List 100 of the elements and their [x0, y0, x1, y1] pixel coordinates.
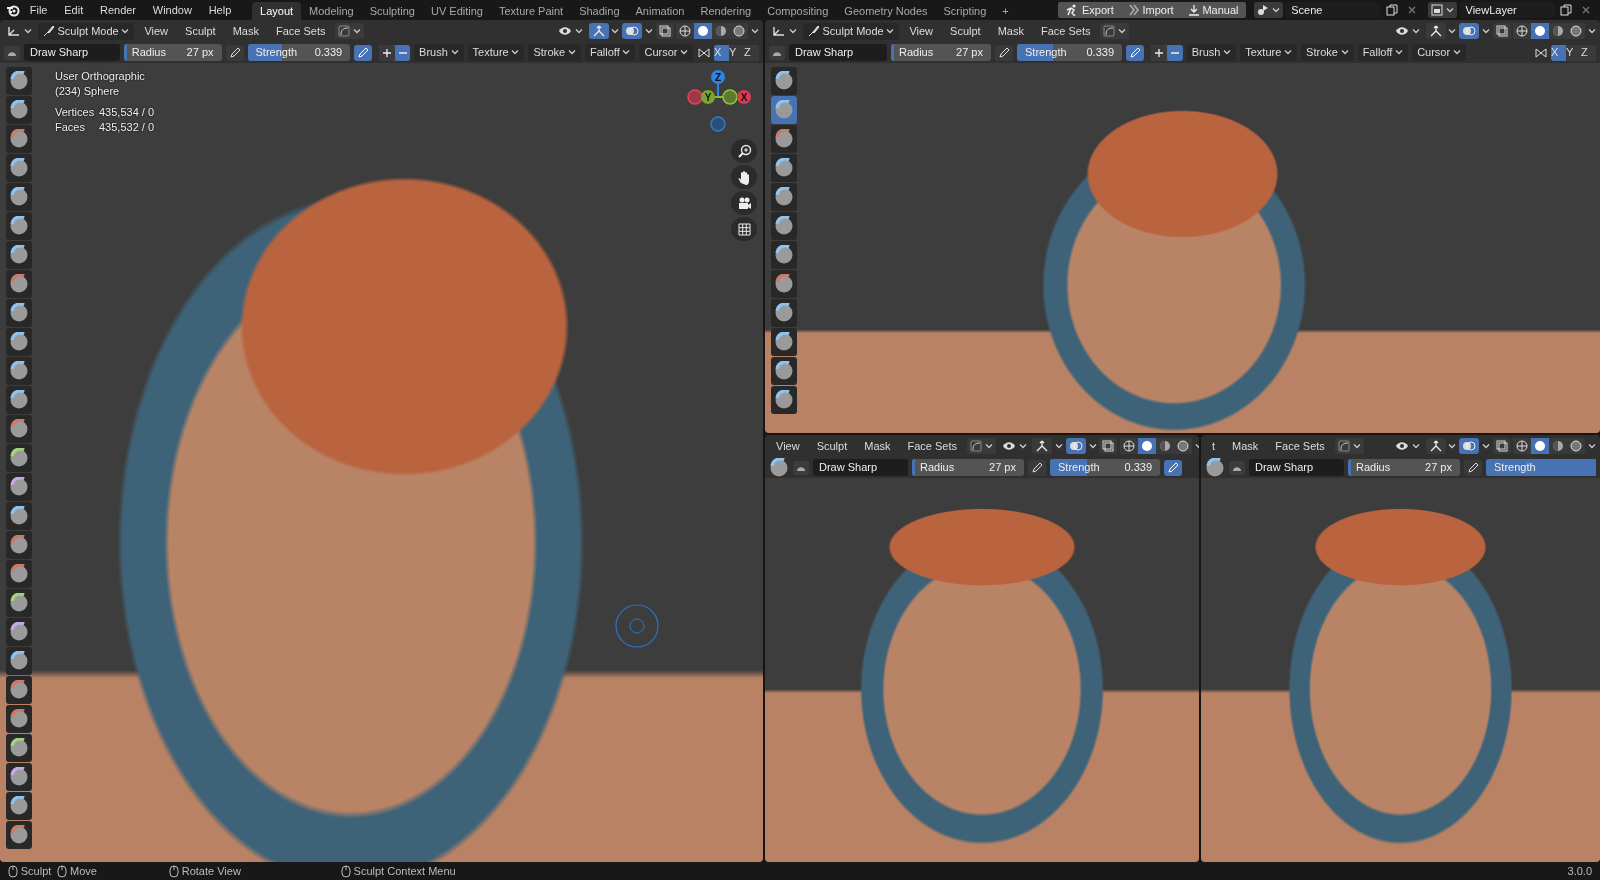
mode-dropdown[interactable]: Sculpt Mode — [802, 22, 900, 40]
pressure-button[interactable] — [995, 44, 1013, 61]
shading-mode-button[interactable] — [1567, 23, 1586, 39]
tool-button[interactable] — [6, 821, 32, 849]
subtract-button[interactable] — [394, 44, 411, 61]
tool-button[interactable] — [6, 502, 32, 530]
axis-toggle[interactable]: Y — [729, 44, 744, 61]
x-ray-toggle[interactable] — [1492, 438, 1511, 454]
brush-name-field[interactable]: Draw Sharp — [789, 44, 887, 61]
gizmo-toggle[interactable] — [1032, 438, 1053, 454]
face-sets-dropdown[interactable] — [1100, 23, 1130, 39]
menu-item[interactable]: Face Sets — [900, 437, 965, 455]
settings-dropdown[interactable]: Stroke — [528, 44, 581, 61]
settings-dropdown[interactable]: Cursor — [639, 44, 694, 61]
mode-dropdown[interactable]: Sculpt Mode — [37, 22, 135, 40]
tool-button[interactable] — [6, 618, 32, 646]
shading-mode-button[interactable] — [676, 23, 695, 39]
tool-button[interactable] — [6, 473, 32, 501]
tool-button[interactable] — [6, 270, 32, 298]
shading-mode-button[interactable] — [730, 23, 749, 39]
menu-item[interactable]: Window — [145, 1, 199, 19]
tool-button[interactable] — [771, 67, 797, 95]
pressure-button[interactable] — [354, 44, 373, 61]
radius-slider[interactable]: Radius 27 px — [891, 44, 991, 61]
tool-button[interactable] — [771, 125, 797, 153]
tool-button[interactable] — [6, 531, 32, 559]
menu-item[interactable]: Face Sets — [268, 22, 333, 40]
shading-mode-button[interactable] — [1513, 438, 1532, 454]
workspace-tab[interactable]: Modeling — [301, 2, 362, 20]
pressure-button[interactable] — [1028, 459, 1046, 476]
add-button[interactable] — [378, 44, 395, 61]
add-button[interactable] — [1150, 44, 1167, 61]
tool-button[interactable] — [771, 299, 797, 327]
pan-button[interactable] — [731, 165, 757, 189]
scene-field[interactable]: Scene — [1285, 2, 1381, 18]
tool-button[interactable] — [6, 154, 32, 182]
tool-button[interactable] — [771, 386, 797, 414]
settings-dropdown[interactable]: Cursor — [1412, 44, 1466, 61]
axis-gizmo-drawing[interactable]: Z Y X — [687, 69, 757, 135]
axis-toggle[interactable]: X — [714, 44, 729, 61]
settings-dropdown[interactable]: Texture — [467, 44, 525, 61]
menu-item[interactable]: View — [137, 22, 176, 40]
tool-button[interactable] — [771, 154, 797, 182]
menu-item[interactable]: Render — [92, 1, 144, 19]
tool-button[interactable] — [771, 270, 797, 298]
strength-slider[interactable]: Strength 0.339 — [247, 44, 351, 61]
shading-mode-button[interactable] — [1513, 23, 1532, 39]
subtract-button[interactable] — [1166, 44, 1183, 61]
tool-button[interactable] — [6, 357, 32, 385]
axis-toggle[interactable]: Z — [744, 44, 759, 61]
menu-item[interactable]: Sculpt — [943, 22, 988, 40]
tool-button[interactable] — [6, 183, 32, 211]
face-sets-dropdown[interactable] — [335, 23, 365, 39]
tool-button[interactable] — [6, 560, 32, 588]
tool-button[interactable] — [6, 125, 32, 153]
tool-button[interactable] — [771, 241, 797, 269]
menu-item[interactable]: Mask — [1225, 437, 1266, 455]
brush-name-field[interactable]: Draw Sharp — [1249, 459, 1344, 476]
tool-button[interactable] — [771, 212, 797, 240]
shading-mode-button[interactable] — [1531, 438, 1550, 454]
axis-toggle[interactable]: X — [1551, 44, 1566, 61]
workspace-tab[interactable]: Texture Paint — [490, 2, 572, 20]
tool-button[interactable] — [6, 328, 32, 356]
menu-item[interactable]: Face Sets — [1033, 22, 1098, 40]
face-sets-dropdown[interactable] — [1334, 438, 1364, 454]
gizmo-toggle[interactable] — [588, 23, 609, 39]
x-ray-toggle[interactable] — [1099, 438, 1118, 454]
menu-item[interactable]: Edit — [57, 1, 91, 19]
camera-view-button[interactable] — [731, 191, 757, 215]
menu-item[interactable]: File — [22, 1, 55, 19]
settings-dropdown[interactable]: Stroke — [1301, 44, 1354, 61]
shading-mode-button[interactable] — [1531, 23, 1550, 39]
menu-item[interactable]: Help — [201, 1, 239, 19]
radius-slider[interactable]: Radius 27 px — [1348, 459, 1460, 476]
x-ray-toggle[interactable] — [655, 23, 674, 39]
shading-mode-button[interactable] — [1120, 438, 1139, 454]
workspace-tab[interactable]: Animation — [627, 2, 693, 20]
menu-item[interactable]: Sculpt — [809, 437, 855, 455]
tool-button[interactable] — [771, 328, 797, 356]
menu-item[interactable]: t — [1205, 437, 1223, 455]
pressure-button[interactable] — [1464, 459, 1482, 476]
tool-button[interactable] — [6, 763, 32, 791]
workspace-tab[interactable]: Scripting — [935, 2, 995, 20]
tool-button[interactable] — [6, 67, 32, 95]
pressure-button[interactable] — [225, 44, 244, 61]
shading-mode-button[interactable] — [1549, 23, 1568, 39]
axis-toggle[interactable]: Y — [1566, 44, 1581, 61]
tool-button[interactable] — [6, 415, 32, 443]
menu-item[interactable]: View — [769, 437, 807, 455]
tool-button[interactable] — [6, 444, 32, 472]
tool-button[interactable] — [6, 212, 32, 240]
tool-button[interactable] — [6, 299, 32, 327]
brush-name-field[interactable]: Draw Sharp — [24, 44, 120, 61]
add-workspace-button[interactable]: + — [994, 2, 1017, 20]
view-layer-field[interactable]: ViewLayer — [1459, 2, 1555, 18]
overlays-toggle[interactable] — [622, 23, 642, 39]
tool-button[interactable] — [6, 676, 32, 704]
settings-dropdown[interactable]: Brush — [414, 44, 464, 61]
workspace-tab[interactable]: Rendering — [692, 2, 760, 20]
ortho-toggle-button[interactable] — [731, 217, 757, 241]
